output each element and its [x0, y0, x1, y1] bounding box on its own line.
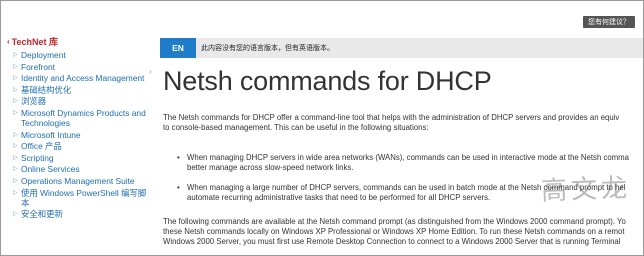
language-banner: EN 此内容没有您的语言版本，但有英语版本。 [160, 38, 643, 58]
sidebar-item-label: 基础结构优化 [21, 84, 72, 95]
sidebar-item-deployment[interactable]: ▷ Deployment [13, 50, 147, 60]
triangle-right-icon: ▷ [13, 189, 18, 196]
sidebar-item-label: Microsoft Intune [21, 129, 81, 140]
paragraph-line: Windows 2000 Server, you must first use … [163, 237, 621, 246]
sidebar-item-powershell[interactable]: ▷ 使用 Windows PowerShell 编写脚本 [13, 188, 147, 208]
triangle-right-icon: ▷ [13, 75, 18, 82]
chevron-left-icon: ‹ [7, 37, 10, 46]
sidebar-item-label: 浏览器 [21, 96, 47, 107]
triangle-right-icon: ▷ [13, 211, 18, 218]
watermark: 高文龙 [540, 173, 632, 207]
feedback-button[interactable]: 您有何建议？ [583, 16, 635, 28]
sidebar-item-label: Online Services [21, 164, 80, 175]
sidebar-item-scripting[interactable]: ▷ Scripting [13, 153, 147, 163]
sidebar-splitter[interactable]: › [149, 27, 156, 255]
sidebar-item-forefront[interactable]: ▷ Forefront [13, 62, 147, 72]
sidebar-item-office[interactable]: ▷ Office 产品 [13, 141, 147, 151]
sidebar-item-infrastructure[interactable]: ▷ 基础结构优化 [13, 85, 147, 95]
sidebar-item-label: Identity and Access Management [21, 73, 145, 84]
sidebar-item-label: Deployment [21, 50, 66, 60]
paragraph-line: The following commands are available at … [163, 217, 626, 226]
sidebar-item-operations[interactable]: ▷ Operations Management Suite [13, 176, 147, 186]
commands-paragraph: The following commands are available at … [163, 217, 643, 247]
triangle-right-icon: ▷ [13, 109, 18, 116]
sidebar-item-identity[interactable]: ▷ Identity and Access Management [13, 73, 147, 83]
sidebar-item-label: 安全和更新 [21, 209, 63, 220]
sidebar-item-security[interactable]: ▷ 安全和更新 [13, 209, 147, 219]
paragraph-line: these Netsh commands locally on Windows … [163, 227, 625, 236]
triangle-right-icon: ▷ [13, 166, 18, 173]
sidebar-item-label: Microsoft Dynamics Products and Technolo… [21, 107, 146, 128]
sidebar-item-online-services[interactable]: ▷ Online Services [13, 164, 147, 174]
intro-line: The Netsh commands for DHCP offer a comm… [163, 113, 620, 122]
sidebar-item-dynamics[interactable]: ▷ Microsoft Dynamics Products and Technol… [13, 108, 147, 128]
sidebar-title[interactable]: ‹ TechNet 库 [7, 35, 147, 48]
sidebar-item-intune[interactable]: ▷ Microsoft Intune [13, 130, 147, 140]
sidebar-item-label: 使用 Windows PowerShell 编写脚本 [21, 187, 147, 208]
triangle-right-icon: ▷ [13, 143, 18, 150]
article: Netsh commands for DHCP The Netsh comman… [163, 65, 643, 246]
language-note: 此内容没有您的语言版本，但有英语版本。 [201, 44, 334, 52]
sidebar-item-label: Operations Management Suite [21, 175, 135, 186]
top-bar: 您有何建议？ [1, 1, 643, 28]
sidebar-item-label: Scripting [21, 152, 54, 163]
triangle-right-icon: ▷ [13, 131, 18, 138]
language-toggle-button[interactable]: EN [160, 38, 196, 58]
collapse-arrow-icon[interactable]: › [149, 67, 152, 76]
sidebar-title-label: TechNet 库 [11, 37, 59, 47]
intro-paragraph: The Netsh commands for DHCP offer a comm… [163, 113, 643, 133]
triangle-right-icon: ▷ [13, 63, 18, 70]
intro-line: to console-based management. This can be… [163, 123, 429, 132]
sidebar-item-browser[interactable]: ▷ 浏览器 [13, 96, 147, 106]
triangle-right-icon: ▷ [13, 177, 18, 184]
bullet-line: When managing DHCP servers in wide area … [187, 153, 630, 162]
browser-frame: 您有何建议？ ‹ TechNet 库 ▷ Deployment ▷ Forefron… [0, 0, 644, 256]
triangle-right-icon: ▷ [13, 86, 18, 93]
triangle-right-icon: ▷ [13, 52, 18, 58]
triangle-right-icon: ▷ [13, 98, 18, 105]
sidebar-item-label: Forefront [21, 61, 55, 72]
sidebar-nav: ‹ TechNet 库 ▷ Deployment ▷ Forefront ▷ Iden… [7, 35, 147, 221]
page-title: Netsh commands for DHCP [163, 66, 492, 96]
sidebar-item-label: Office 产品 [21, 141, 62, 152]
triangle-right-icon: ▷ [13, 154, 18, 161]
